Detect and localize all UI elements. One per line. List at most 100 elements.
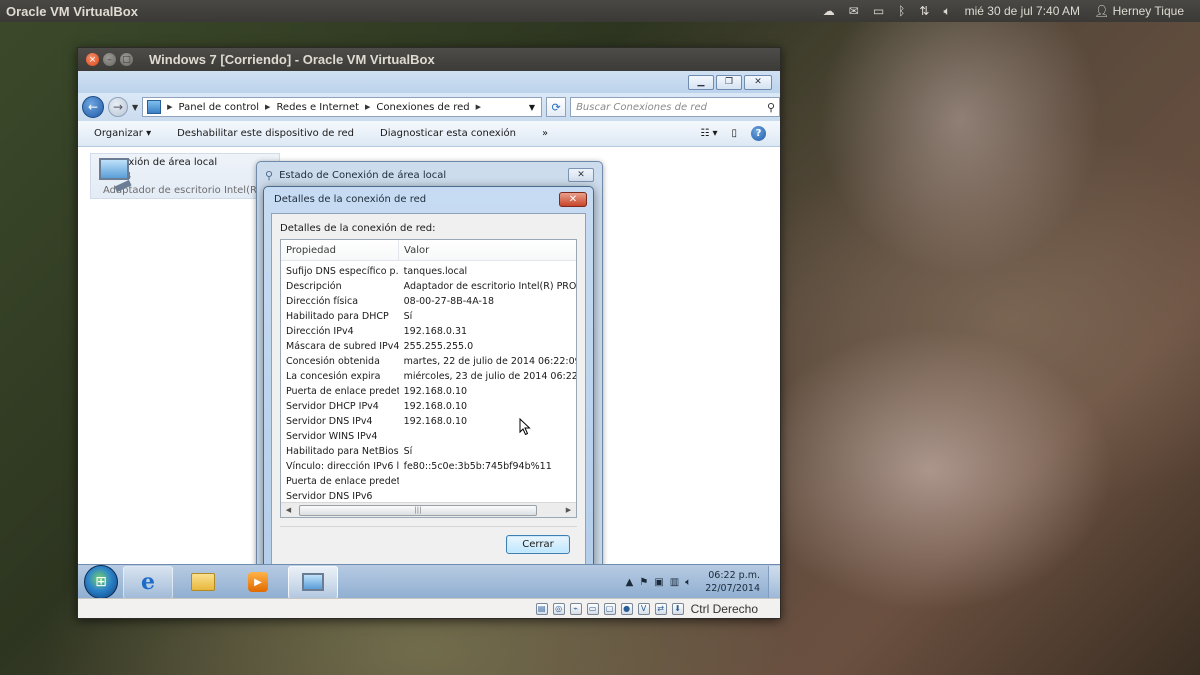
cloud-icon[interactable]: ☁ — [823, 4, 835, 18]
horizontal-scrollbar[interactable]: ◀ ||| ▶ — [281, 502, 576, 517]
breadcrumb-item[interactable]: Panel de control — [179, 102, 260, 113]
breadcrumb-separator[interactable]: ▶ — [365, 103, 370, 111]
taskbar-ie-button[interactable]: e — [123, 565, 173, 599]
virtualization-icon[interactable]: V — [637, 602, 650, 615]
minimize-window-button[interactable]: – — [103, 53, 116, 66]
taskbar-clock[interactable]: 06:22 p.m. 22/07/2014 — [705, 569, 760, 595]
status-dialog-titlebar[interactable]: ⚲ Estado de Conexión de área local ✕ — [257, 162, 602, 188]
details-list[interactable]: Propiedad Valor Sufijo DNS específico p.… — [280, 239, 577, 518]
details-row[interactable]: Dirección física 08-00-27-8B-4A-18 — [281, 294, 576, 309]
close-button[interactable]: Cerrar — [506, 535, 570, 554]
connection-name: Conexión de área local — [103, 157, 218, 168]
taskbar-media-player-button[interactable]: ▶ — [233, 566, 283, 599]
host-key-arrow-icon[interactable]: ⬇ — [671, 602, 684, 615]
details-dialog-close-button[interactable]: ✕ — [559, 191, 587, 207]
details-row[interactable]: Descripción Adaptador de escritorio Intel… — [281, 279, 576, 294]
guest-screen[interactable]: ▁ ❐ ✕ ← → ▼ ▶ Panel de control ▶ Redes e… — [78, 71, 781, 601]
explorer-close-button[interactable]: ✕ — [744, 74, 772, 90]
action-center-icon[interactable]: ⚑ — [639, 577, 648, 588]
network-connection-item[interactable]: Conexión de área local Red 4 Adaptador d… — [90, 153, 280, 199]
network-icon[interactable]: ⇅ — [919, 4, 929, 18]
search-icon[interactable]: ⚲ — [767, 101, 775, 114]
details-row[interactable]: Servidor DNS IPv4 192.168.0.10 — [281, 414, 576, 429]
row-value: 255.255.255.0 — [403, 341, 474, 352]
details-row[interactable]: Servidor WINS IPv4 — [281, 429, 576, 444]
diagnose-connection-command[interactable]: Diagnosticar esta conexión — [380, 128, 516, 139]
details-rows: Sufijo DNS específico p... tanques.local D… — [281, 261, 576, 504]
organize-menu[interactable]: Organizar ▾ — [94, 128, 151, 139]
history-dropdown[interactable]: ▼ — [132, 103, 138, 112]
details-row[interactable]: Habilitado para NetBios ... Sí — [281, 444, 576, 459]
taskbar-time: 06:22 p.m. — [708, 570, 760, 581]
row-value: Adaptador de escritorio Intel(R) PRO/100… — [403, 281, 576, 292]
preview-pane-icon[interactable]: ▯ — [731, 128, 737, 139]
change-view-icon[interactable]: ☷ ▾ — [700, 128, 717, 139]
mail-icon[interactable]: ✉ — [849, 4, 859, 18]
network-status-icon[interactable]: ⇄ — [654, 602, 667, 615]
volume-icon[interactable]: 🔈︎ — [943, 4, 950, 19]
battery-icon[interactable]: ▭ — [873, 4, 884, 18]
scroll-left-icon[interactable]: ◀ — [281, 506, 296, 514]
disable-device-command[interactable]: Deshabilitar este dispositivo de red — [177, 128, 354, 139]
status-dialog-close-button[interactable]: ✕ — [568, 168, 594, 182]
back-button[interactable]: ← — [82, 96, 104, 118]
breadcrumb-separator[interactable]: ▶ — [476, 103, 481, 111]
details-row[interactable]: La concesión expira miércoles, 23 de juli… — [281, 369, 576, 384]
breadcrumb-item[interactable]: Conexiones de red — [376, 102, 469, 113]
details-row[interactable]: Máscara de subred IPv4 255.255.255.0 — [281, 339, 576, 354]
breadcrumb-separator[interactable]: ▶ — [167, 103, 172, 111]
bluetooth-icon[interactable]: ᛒ — [898, 4, 905, 18]
details-row[interactable]: Puerta de enlace predet... 192.168.0.10 — [281, 384, 576, 399]
network-icon: ⚲ — [265, 168, 274, 182]
explorer-restore-button[interactable]: ❐ — [716, 74, 742, 90]
details-row[interactable]: Concesión obtenida martes, 22 de julio de… — [281, 354, 576, 369]
folder-icon — [191, 573, 215, 591]
search-input[interactable]: Buscar Conexiones de red ⚲ — [570, 97, 781, 117]
app-menu-title[interactable]: Oracle VM VirtualBox — [6, 4, 138, 19]
details-row[interactable]: Habilitado para DHCP Sí — [281, 309, 576, 324]
details-label: Detalles de la conexión de red: — [280, 223, 436, 234]
clock-indicator[interactable]: mié 30 de jul 7:40 AM — [965, 4, 1080, 18]
column-header-property[interactable]: Propiedad — [281, 240, 399, 260]
help-icon[interactable]: ? — [751, 126, 766, 141]
details-dialog-titlebar[interactable]: Detalles de la conexión de red ✕ — [264, 187, 593, 211]
tray-volume-icon[interactable]: 🔈︎ — [685, 577, 691, 588]
details-row[interactable]: Dirección IPv4 192.168.0.31 — [281, 324, 576, 339]
breadcrumb-separator[interactable]: ▶ — [265, 103, 270, 111]
breadcrumb-item[interactable]: Redes e Internet — [276, 102, 359, 113]
start-button[interactable]: ⊞ — [84, 565, 118, 599]
display-icon[interactable]: ▢ — [603, 602, 616, 615]
tray-network-icon[interactable]: ▥ — [670, 577, 679, 588]
devices-icon[interactable]: ▣ — [654, 577, 663, 588]
row-value: miércoles, 23 de julio de 2014 06:22:09 … — [403, 371, 576, 382]
hard-disk-icon[interactable]: ▤ — [535, 602, 548, 615]
forward-button[interactable]: → — [108, 97, 128, 117]
taskbar-explorer-button[interactable] — [178, 566, 228, 599]
more-commands-button[interactable]: » — [542, 128, 548, 139]
row-property: Vínculo: dirección IPv6 l... — [286, 461, 399, 472]
column-header-value[interactable]: Valor — [399, 240, 429, 260]
scrollbar-thumb[interactable]: ||| — [299, 504, 537, 516]
row-property: Habilitado para DHCP — [286, 311, 389, 322]
breadcrumb[interactable]: ▶ Panel de control ▶ Redes e Internet ▶ … — [142, 97, 543, 117]
show-hidden-icons-icon[interactable]: ▲ — [626, 577, 634, 588]
vbox-titlebar[interactable]: × – □ Windows 7 [Corriendo] - Oracle VM … — [78, 48, 780, 71]
scroll-right-icon[interactable]: ▶ — [561, 506, 576, 514]
user-indicator[interactable]: 👤︎ Herney Tique — [1094, 4, 1184, 18]
details-row[interactable]: Sufijo DNS específico p... tanques.local — [281, 264, 576, 279]
show-desktop-button[interactable] — [768, 565, 780, 599]
video-capture-icon[interactable]: ● — [620, 602, 633, 615]
shared-folders-icon[interactable]: ▭ — [586, 602, 599, 615]
details-row[interactable]: Vínculo: dirección IPv6 l... fe80::5c0e:3… — [281, 459, 576, 474]
close-window-button[interactable]: × — [86, 53, 99, 66]
optical-drive-icon[interactable]: ◎ — [552, 602, 565, 615]
details-row[interactable]: Puerta de enlace predet... — [281, 474, 576, 489]
refresh-button[interactable]: ⟳ — [546, 97, 567, 117]
address-dropdown-icon[interactable]: ▼ — [529, 103, 535, 112]
usb-icon[interactable]: ⌁ — [569, 602, 582, 615]
virtualbox-window: × – □ Windows 7 [Corriendo] - Oracle VM … — [77, 47, 781, 619]
details-row[interactable]: Servidor DHCP IPv4 192.168.0.10 — [281, 399, 576, 414]
maximize-window-button[interactable]: □ — [120, 53, 133, 66]
explorer-minimize-button[interactable]: ▁ — [688, 74, 714, 90]
taskbar-network-window-button[interactable] — [288, 565, 338, 599]
